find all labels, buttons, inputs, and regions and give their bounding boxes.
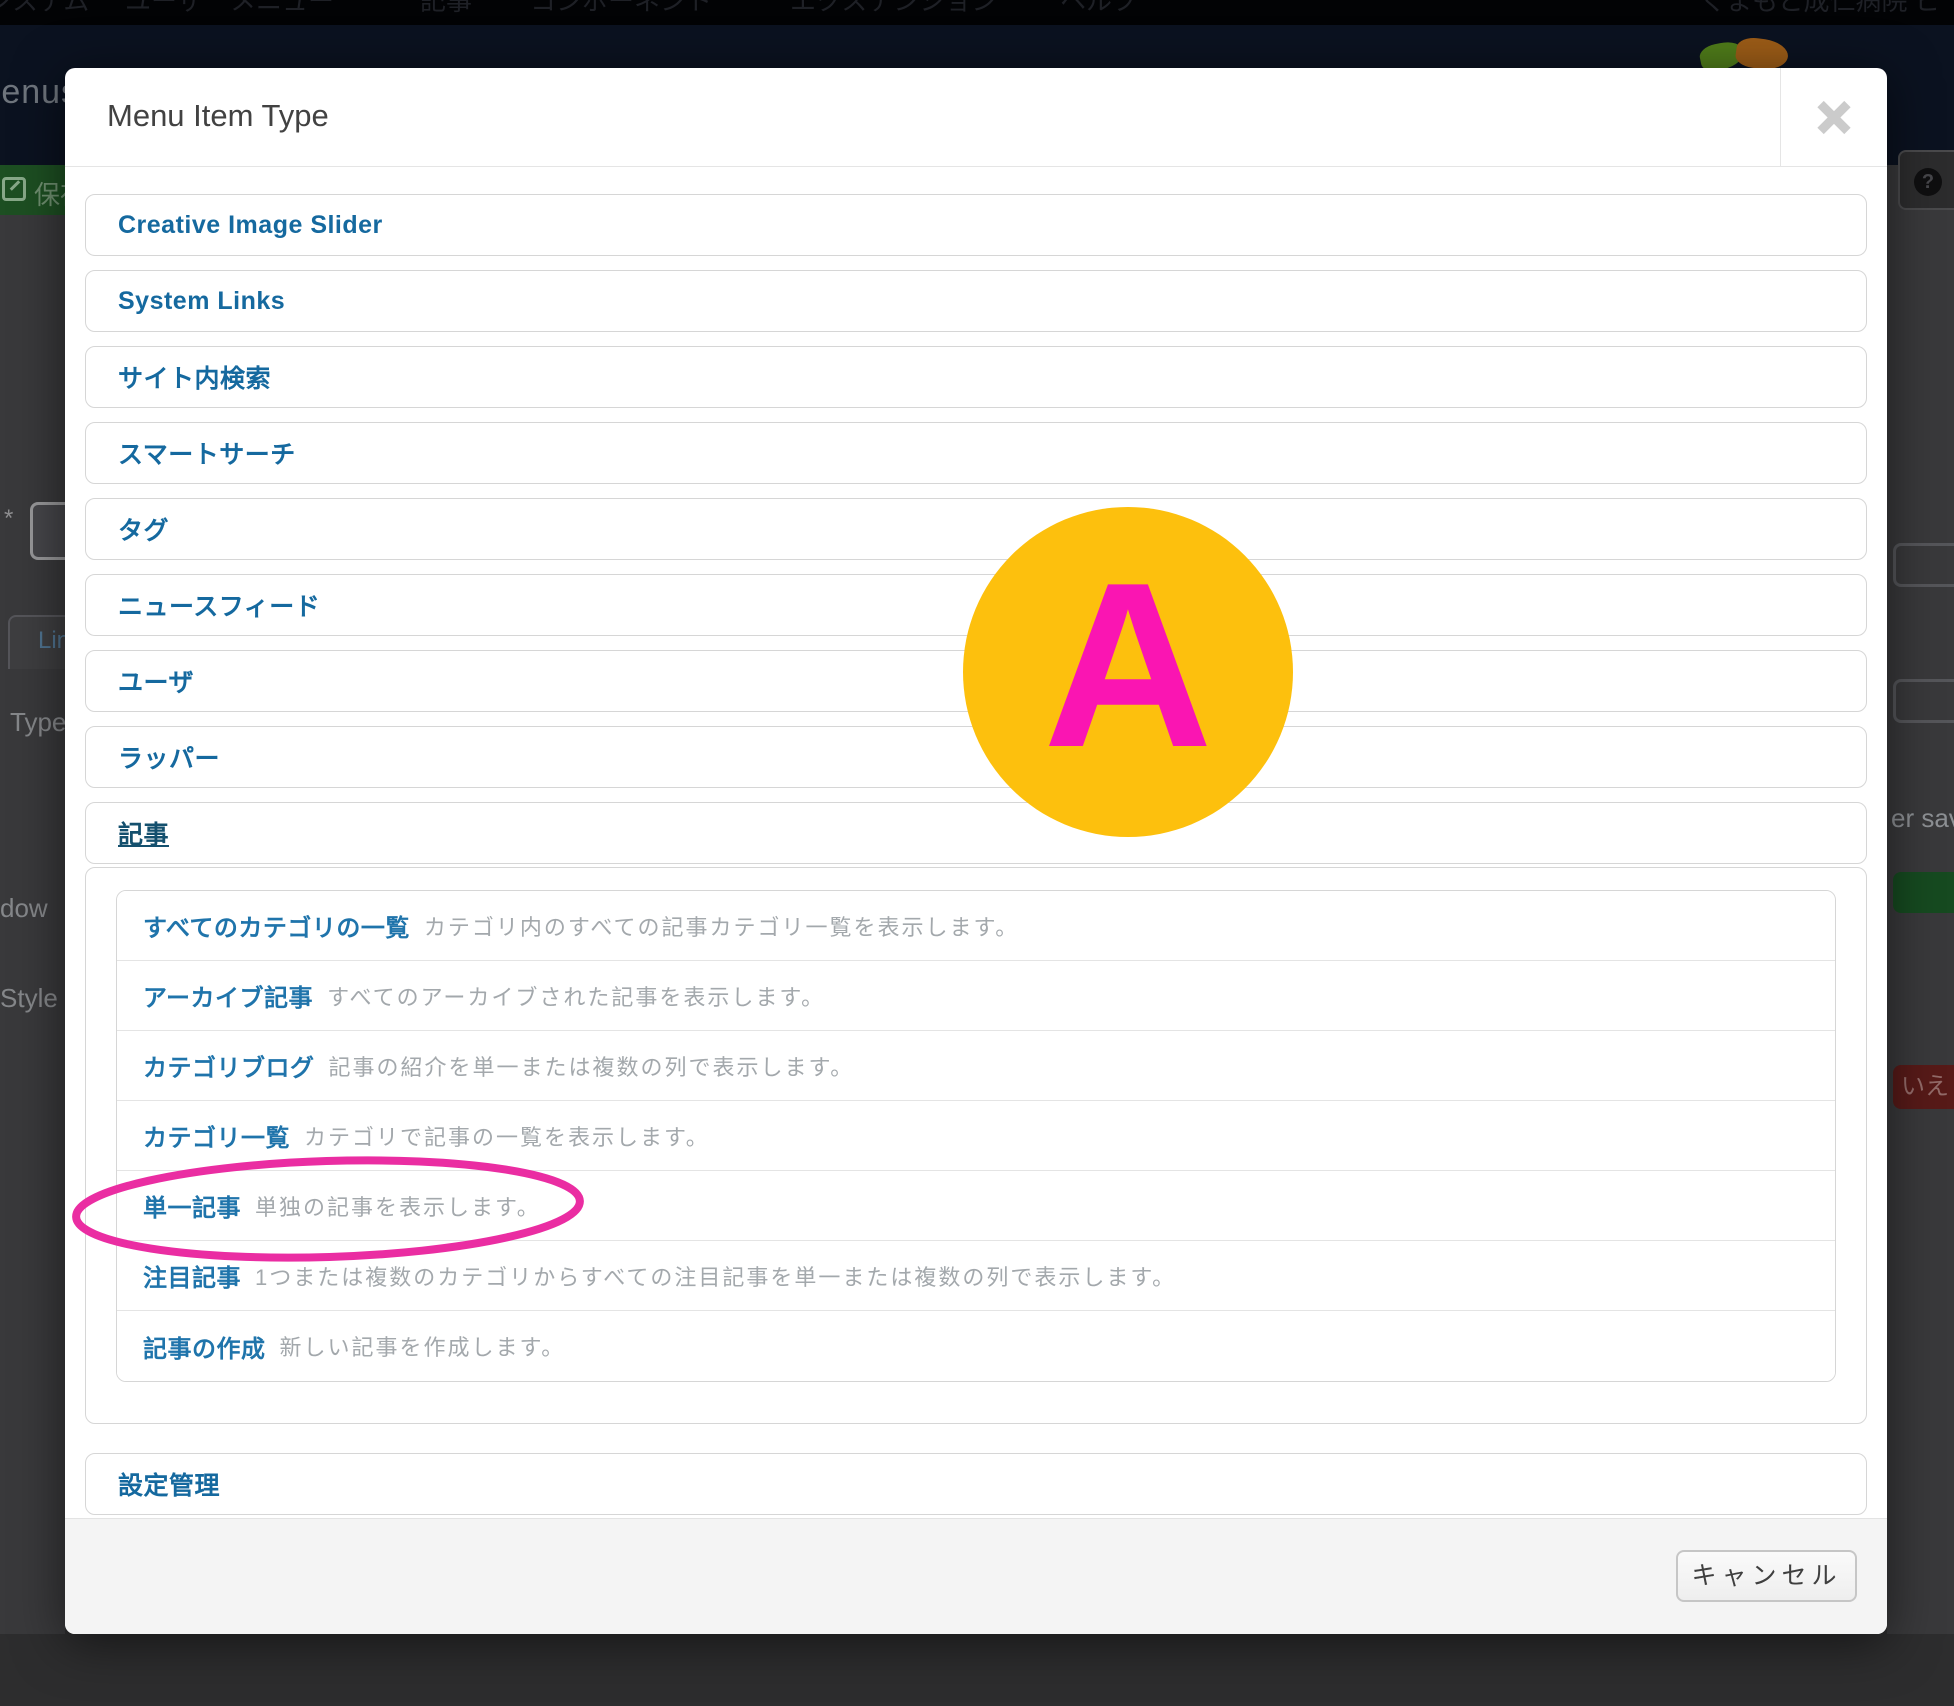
close-icon	[1817, 100, 1851, 134]
field-label-style: Style	[0, 983, 58, 1013]
page-background-left: * Link Type dow Style	[0, 215, 82, 1634]
page-background-right: ? er sav いえ	[1887, 25, 1954, 1634]
helper-text-fragment: er sav	[1891, 803, 1954, 833]
modal-header: Menu Item Type	[65, 68, 1887, 167]
annotation-marker-letter: A	[1043, 532, 1213, 796]
help-button[interactable]: ?	[1898, 150, 1954, 210]
annotation-marker-a: A	[963, 507, 1293, 837]
type-group-tags: タグ	[85, 498, 1867, 560]
header-band-right	[1887, 25, 1954, 165]
modal-footer: キャンセル	[65, 1518, 1887, 1634]
group-link[interactable]: ラッパー	[118, 739, 220, 775]
no-toggle-button[interactable]: いえ	[1893, 1065, 1954, 1109]
item-link[interactable]: カテゴリ一覧	[143, 1118, 290, 1153]
item-description: カテゴリで記事の一覧を表示します。	[304, 1124, 710, 1150]
item-row-all-categories: すべてのカテゴリの一覧 カテゴリ内のすべての記事カテゴリ一覧を表示します。	[117, 891, 1835, 961]
type-group-site-search: サイト内検索	[85, 346, 1867, 408]
type-group-articles: 記事	[85, 802, 1867, 864]
item-link[interactable]: すべてのカテゴリの一覧	[143, 908, 410, 943]
menubar-item-users[interactable]: ユーザ	[125, 0, 202, 14]
type-group-configuration: 設定管理	[85, 1453, 1867, 1515]
menubar-item-help[interactable]: ヘルプ	[1060, 0, 1138, 14]
save-icon	[2, 177, 26, 201]
save-button-label: 保存	[34, 180, 65, 210]
group-link[interactable]: 記事	[118, 815, 169, 851]
required-asterisk: *	[4, 505, 14, 532]
group-link[interactable]: スマートサーチ	[118, 435, 296, 471]
menubar-item-system[interactable]: システム	[0, 0, 89, 14]
menubar-item-extensions[interactable]: エクステンション	[790, 0, 997, 14]
tab-link[interactable]: Link	[8, 615, 82, 669]
field-label-window: dow	[0, 893, 48, 923]
articles-group-body: すべてのカテゴリの一覧 カテゴリ内のすべての記事カテゴリ一覧を表示します。 アー…	[85, 867, 1867, 1424]
annotation-highlight-ellipse	[67, 1152, 589, 1266]
menu-item-type-modal: Menu Item Type Creative Image Slider Sys…	[65, 68, 1887, 1634]
item-description: すべてのアーカイブされた記事を表示します。	[327, 984, 826, 1010]
item-row-create-article: 記事の作成 新しい記事を作成します。	[117, 1311, 1835, 1381]
group-link[interactable]: ニュースフィード	[118, 587, 320, 623]
item-link[interactable]: 記事の作成	[143, 1329, 266, 1364]
field-label-type: Type	[10, 707, 67, 737]
modal-body: Creative Image Slider System Links サイト内検…	[65, 167, 1887, 1515]
group-link[interactable]: 設定管理	[118, 1466, 220, 1502]
item-description: 記事の紹介を単一または複数の列で表示します。	[328, 1054, 855, 1080]
modal-title: Menu Item Type	[107, 98, 329, 133]
logo-icon	[1734, 35, 1790, 73]
site-name: くまもと成仁病院 ビ	[1700, 0, 1941, 16]
item-row-category-blog: カテゴリブログ 記事の紹介を単一または複数の列で表示します。	[117, 1031, 1835, 1101]
screen: システム ユーザ メニュー 記事 コンポーネント エクステンション ヘルプ くま…	[0, 0, 1954, 1706]
group-link[interactable]: サイト内検索	[118, 359, 271, 395]
group-link[interactable]: タグ	[118, 511, 169, 547]
item-link[interactable]: アーカイブ記事	[143, 978, 313, 1013]
type-group-system-links: System Links	[85, 270, 1867, 332]
item-description: 新しい記事を作成します。	[279, 1335, 566, 1360]
close-button[interactable]	[1780, 68, 1887, 167]
type-group-creative-image-slider: Creative Image Slider	[85, 194, 1867, 256]
item-link[interactable]: カテゴリブログ	[143, 1048, 315, 1083]
admin-menubar: システム ユーザ メニュー 記事 コンポーネント エクステンション ヘルプ くま…	[0, 0, 1954, 25]
item-row-archived-articles: アーカイブ記事 すべてのアーカイブされた記事を表示します。	[117, 961, 1835, 1031]
form-field[interactable]	[1893, 543, 1954, 587]
menubar-item-components[interactable]: コンポーネント	[530, 0, 712, 14]
menubar-item-content[interactable]: 記事	[420, 0, 472, 14]
cancel-button[interactable]: キャンセル	[1676, 1550, 1857, 1602]
group-link[interactable]: System Links	[118, 287, 285, 316]
group-link[interactable]: ユーザ	[118, 663, 194, 699]
item-description: カテゴリ内のすべての記事カテゴリ一覧を表示します。	[423, 914, 1020, 940]
yes-toggle-button[interactable]	[1893, 872, 1954, 913]
save-button[interactable]: 保存	[0, 165, 65, 215]
title-input[interactable]	[30, 502, 70, 560]
type-group-smart-search: スマートサーチ	[85, 422, 1867, 484]
menubar-item-menus[interactable]: メニュー	[230, 0, 334, 14]
form-field[interactable]	[1893, 679, 1954, 723]
group-link[interactable]: Creative Image Slider	[118, 211, 383, 240]
help-icon: ?	[1914, 168, 1942, 196]
articles-item-list: すべてのカテゴリの一覧 カテゴリ内のすべての記事カテゴリ一覧を表示します。 アー…	[116, 890, 1836, 1382]
